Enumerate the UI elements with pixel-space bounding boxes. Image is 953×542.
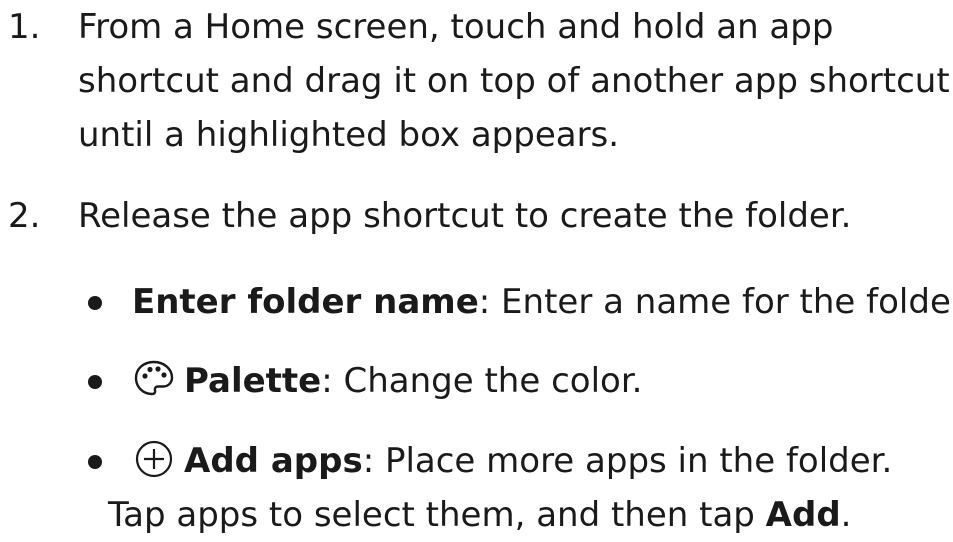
bullet-text: Enter folder name: Enter a name for the … (132, 275, 953, 329)
bullet-dot (88, 455, 102, 469)
step-line: shortcut and drag it on top of another a… (78, 61, 950, 101)
step-number: 1. (8, 7, 41, 47)
step-number: 2. (8, 196, 41, 236)
step-line: Release the app shortcut to create the f… (78, 196, 852, 236)
bullet-dot (88, 296, 102, 310)
bullet-desc: : Enter a name for the folder. (478, 282, 953, 322)
step-line: From a Home screen, touch and hold an ap… (78, 7, 834, 47)
bullet-term-add: Add (765, 495, 841, 535)
bullet-term: Enter folder name (132, 282, 479, 322)
bullet-term: Palette (184, 361, 322, 401)
bullet-dot (88, 375, 102, 389)
bullet-desc: : Change the color. (321, 361, 643, 401)
add-circle-icon (135, 440, 173, 477)
step-line: until a highlighted box appears. (78, 115, 620, 155)
bullet-text: Palette: Change the color. (132, 354, 643, 408)
step-text: From a Home screen, touch and hold an ap… (78, 0, 950, 162)
bullet-desc-line2: Tap apps to select them, and then tap (108, 495, 766, 535)
bullet-desc-end: . (840, 495, 852, 535)
bullet-term: Add apps (184, 441, 363, 481)
palette-icon (134, 360, 174, 395)
bullet-text: Add apps: Place more apps in the folder.… (108, 434, 893, 542)
step-text: Release the app shortcut to create the f… (78, 189, 948, 243)
bullet-desc: : Place more apps in the folder. (362, 441, 893, 481)
